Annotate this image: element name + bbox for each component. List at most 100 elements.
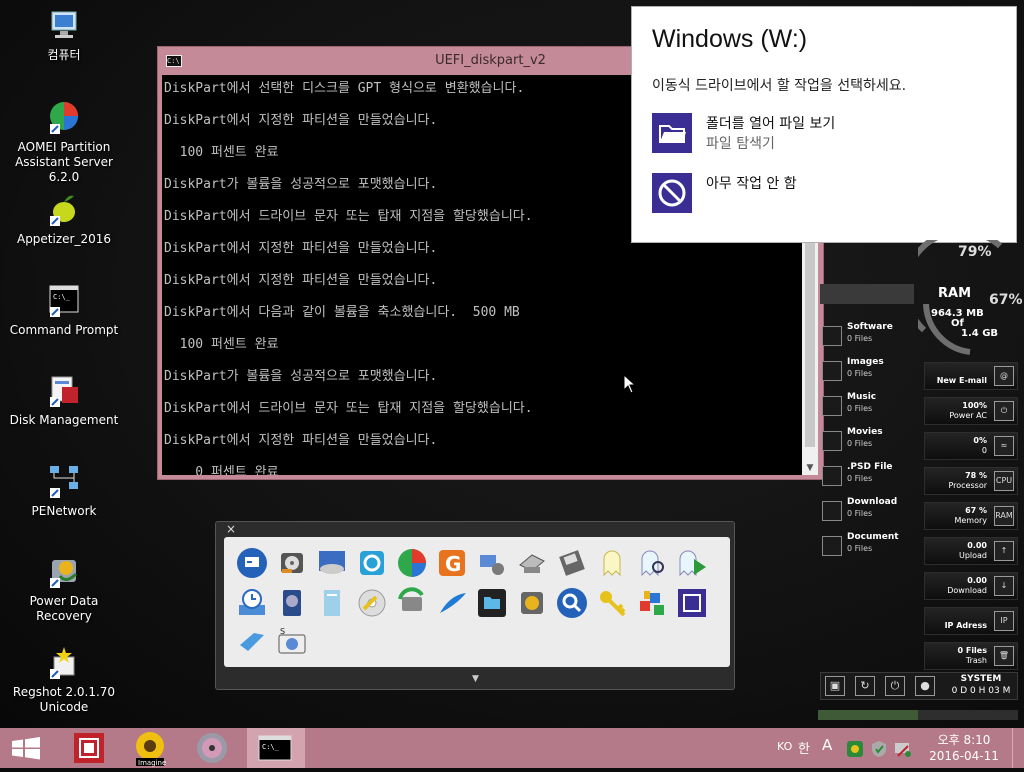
clock[interactable]: 오후 8:10 2016-04-11 xyxy=(926,732,1002,764)
stat-trash[interactable]: 0 Files Trash 🗑 xyxy=(924,642,1018,670)
tray-app-icon[interactable] xyxy=(846,740,864,758)
category-name: Images xyxy=(847,357,884,367)
autoplay-notification[interactable]: Windows (W:) 이동식 드라이브에서 할 작업을 선택하세요. 폴더를… xyxy=(631,6,1017,243)
chip-icon[interactable] xyxy=(676,587,708,619)
time-machine-icon[interactable] xyxy=(236,587,268,619)
category-count: 0 Files xyxy=(847,509,873,518)
stat-email[interactable]: New E-mail @ xyxy=(924,362,1018,390)
desktop-icon-label: Disk Management xyxy=(9,413,119,427)
key-icon[interactable] xyxy=(596,587,628,619)
show-desktop-button[interactable] xyxy=(1012,728,1024,768)
option-subtitle: 파일 탐색기 xyxy=(706,136,775,152)
stat-label: Download xyxy=(947,586,987,595)
desktop-icon-penetwork[interactable]: PENetwork xyxy=(0,464,128,519)
remote-icon[interactable] xyxy=(236,547,268,579)
clock-time: 오후 8:10 xyxy=(937,733,991,747)
language-indicator[interactable]: KO xyxy=(777,740,792,753)
taskbar-app-appetizer[interactable] xyxy=(66,728,114,768)
taskbar-app-cmd[interactable]: C:\_ xyxy=(247,728,305,768)
system-uptime: 0 D 0 H 03 M xyxy=(951,686,1011,696)
desktop-icon-label: Regshot 2.0.1.70 Unicode xyxy=(12,685,116,714)
files-icon[interactable] xyxy=(316,587,348,619)
folder-icon[interactable] xyxy=(476,587,508,619)
desktop-icon-regshot[interactable]: Regshot 2.0.1.70 Unicode xyxy=(0,645,128,715)
stat-value: 100% xyxy=(962,401,987,410)
ime-mode-alpha[interactable]: A xyxy=(822,736,832,754)
taskbar-app-imagine[interactable]: Imagine xyxy=(126,728,174,768)
category-psd[interactable]: .PSD File 0 Files xyxy=(820,462,914,494)
system-label: SYSTEM xyxy=(960,674,1002,684)
desktop-icon-power-data-recovery[interactable]: Power Data Recovery xyxy=(0,554,128,624)
wifi-icon: ≈ xyxy=(994,436,1014,456)
g-icon[interactable]: G xyxy=(436,547,468,579)
category-count: 0 Files xyxy=(847,369,873,378)
start-button[interactable] xyxy=(0,728,52,768)
stat-value: 0.00 xyxy=(967,541,987,550)
svg-text:S: S xyxy=(280,627,285,636)
notification-title: Windows (W:) xyxy=(652,25,808,53)
network-icon xyxy=(46,464,82,500)
stat-value: 67 % xyxy=(965,506,987,515)
partition-icon[interactable] xyxy=(396,547,428,579)
screenshot-icon[interactable]: S xyxy=(276,625,308,657)
recovery-icon xyxy=(46,554,82,590)
floppy-icon[interactable] xyxy=(556,547,588,579)
appetizer-launcher[interactable]: × G S ▼ xyxy=(215,521,735,690)
category-download[interactable]: Download 0 Files xyxy=(820,497,914,529)
harddisk-icon[interactable] xyxy=(276,547,308,579)
stat-value: 0% xyxy=(973,436,987,445)
desktop-icon-command-prompt[interactable]: C:\_ Command Prompt xyxy=(0,283,128,338)
scanner-icon[interactable] xyxy=(316,547,348,579)
launcher-icon-grid: G S xyxy=(224,537,730,667)
desktop-icon-appetizer[interactable]: Appetizer_2016 xyxy=(0,192,128,247)
hdd-tune-icon[interactable] xyxy=(516,587,548,619)
expand-icon[interactable]: ▼ xyxy=(472,674,479,684)
stat-wifi[interactable]: 0% 0 ≈ xyxy=(924,432,1018,460)
scroll-down-icon[interactable]: ▼ xyxy=(802,463,818,473)
close-icon[interactable]: × xyxy=(226,522,236,536)
taskbar-app-media[interactable] xyxy=(186,728,234,768)
stat-download[interactable]: 0.00 Download ↓ xyxy=(924,572,1018,600)
desktop-icon-label: AOMEI Partition Assistant Server 6.2.0 xyxy=(15,140,113,184)
hdd-icon[interactable] xyxy=(276,587,308,619)
option-open-folder[interactable]: 폴더를 열어 파일 보기 파일 탐색기 xyxy=(652,113,1002,157)
desktop-icon-disk-management[interactable]: Disk Management xyxy=(0,373,128,428)
desktop-icon-computer[interactable]: 컴퓨터 xyxy=(0,8,128,63)
sync-icon[interactable] xyxy=(396,587,428,619)
stat-label: 0 xyxy=(981,446,987,455)
security-shield-icon[interactable] xyxy=(870,740,888,758)
stat-power[interactable]: 100% Power AC ⏻ xyxy=(924,397,1018,425)
desktop-icon-aomei[interactable]: AOMEI Partition Assistant Server 6.2.0 xyxy=(0,100,128,185)
lock-icon[interactable]: ▣ xyxy=(825,676,845,696)
category-images[interactable]: Images 0 Files xyxy=(820,357,914,389)
ime-mode[interactable]: 한 xyxy=(798,738,810,757)
gauge-top-percent: 79% xyxy=(958,244,992,260)
shutdown-icon[interactable]: ⏻ xyxy=(885,676,905,696)
feather-icon[interactable] xyxy=(436,587,468,619)
stat-upload[interactable]: 0.00 Upload ↑ xyxy=(924,537,1018,565)
box-icon[interactable] xyxy=(356,547,388,579)
search-icon[interactable] xyxy=(556,587,588,619)
user-icon[interactable]: ● xyxy=(915,676,935,696)
magnet-icon[interactable] xyxy=(236,625,268,657)
cube-icon[interactable] xyxy=(636,587,668,619)
network-tool-icon[interactable] xyxy=(476,547,508,579)
category-document[interactable]: Document 0 Files xyxy=(820,532,914,564)
stat-ip[interactable]: IP Adress IP xyxy=(924,607,1018,635)
ghost-play-icon[interactable] xyxy=(676,547,708,579)
category-music[interactable]: Music 0 Files xyxy=(820,392,914,424)
trash-icon: 🗑 xyxy=(994,646,1014,666)
category-movies[interactable]: Movies 0 Files xyxy=(820,427,914,459)
option-no-action[interactable]: 아무 작업 안 함 xyxy=(652,173,1002,217)
stat-processor[interactable]: 78 % Processor CPU xyxy=(924,467,1018,495)
restart-icon[interactable]: ↻ xyxy=(855,676,875,696)
drive-icon[interactable] xyxy=(516,547,548,579)
email-icon: @ xyxy=(994,366,1014,386)
ghost-search-icon[interactable] xyxy=(636,547,668,579)
power-icon: ⏻ xyxy=(994,401,1014,421)
network-tray-icon[interactable] xyxy=(894,740,912,758)
ghost-icon[interactable] xyxy=(596,547,628,579)
stat-memory[interactable]: 67 % Memory RAM xyxy=(924,502,1018,530)
cd-key-icon[interactable] xyxy=(356,587,388,619)
category-software[interactable]: Software 0 Files xyxy=(820,322,914,354)
